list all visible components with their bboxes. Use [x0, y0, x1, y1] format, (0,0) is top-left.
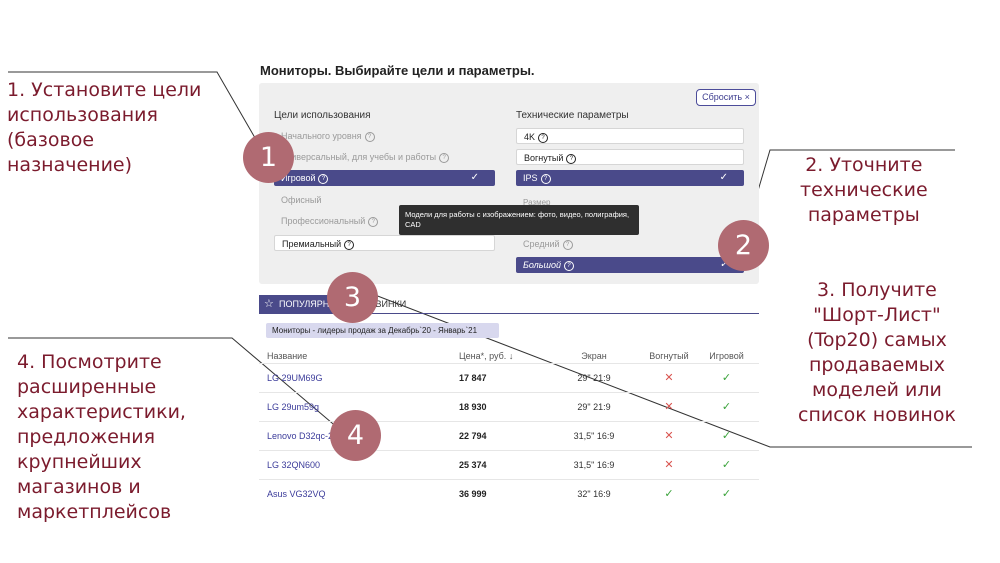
screen-value: 29" 21:9 — [577, 402, 611, 412]
help-icon: ? — [318, 173, 329, 184]
gaming-value: ✓ — [721, 488, 732, 500]
callout-shortlist: 3. Получите "Шорт-Лист" (Top20) самых пр… — [798, 279, 956, 426]
goal-option-gaming[interactable]: Игровой? ✓ — [274, 170, 495, 186]
col-price-header[interactable]: Цена*, руб. ↓ — [459, 351, 513, 361]
period-chip: Мониторы - лидеры продаж за Декабрь`20 -… — [266, 323, 499, 338]
sort-arrow-icon: ↓ — [508, 351, 514, 361]
goal-label: Начального уровня — [281, 131, 362, 141]
model-link[interactable]: Lenovo D32qc-20 — [267, 422, 338, 451]
screen-value: 31,5" 16:9 — [573, 431, 615, 441]
goal-option-entry[interactable]: Начального уровня? — [274, 128, 495, 144]
col-gaming-header: Игровой — [709, 351, 744, 361]
price-value: 36 999 — [459, 489, 487, 499]
help-icon: ? — [566, 153, 577, 164]
goal-label: Премиальный — [282, 239, 342, 249]
goal-label: Универсальный, для учебы и работы — [281, 152, 437, 162]
model-link[interactable]: LG 29UM69G — [267, 364, 323, 393]
table-row: LG 32QN600 25 374 31,5" 16:9 ✕ ✓ — [259, 450, 759, 480]
help-icon: ? — [368, 216, 379, 227]
tech-label: IPS — [523, 173, 538, 183]
col-price-label: Цена*, руб. — [459, 351, 507, 361]
tech-option-medium[interactable]: Средний? — [516, 236, 744, 252]
table-row: LG 29UM69G 17 847 29" 21:9 ✕ ✓ — [259, 363, 759, 393]
price-value: 18 930 — [459, 402, 487, 412]
help-icon: ? — [364, 131, 375, 142]
help-icon: ? — [344, 239, 355, 250]
col-name-header: Название — [267, 351, 308, 361]
help-icon: ? — [439, 152, 450, 163]
table-row: Asus VG32VQ 36 999 32" 16:9 ✓ ✓ — [259, 479, 759, 509]
callout-refine-params: 2. Уточните технические параметры — [800, 154, 928, 226]
goal-label: Профессиональный — [281, 216, 366, 226]
step-badge-4: 4 — [330, 410, 381, 461]
step-badge-1: 1 — [243, 132, 294, 183]
curved-value: ✕ — [664, 401, 674, 413]
tech-option-ips[interactable]: IPS? ✓ — [516, 170, 744, 186]
table-row: LG 29um59g 18 930 29" 21:9 ✕ ✓ — [259, 392, 759, 422]
tech-label: Средний — [523, 239, 560, 249]
tech-label: Вогнутый — [524, 153, 564, 163]
model-link[interactable]: Asus VG32VQ — [267, 480, 326, 509]
step-badge-3: 3 — [327, 272, 378, 323]
curved-value: ✓ — [664, 488, 674, 500]
star-icon: ☆ — [264, 298, 274, 310]
model-link[interactable]: LG 29um59g — [267, 393, 319, 422]
price-value: 17 847 — [459, 373, 487, 383]
tech-header: Технические параметры — [516, 110, 629, 121]
curved-value: ✕ — [664, 430, 674, 442]
callout-specs: 4. Посмотрите расширенные характеристики… — [17, 351, 186, 523]
curved-value: ✕ — [664, 459, 674, 471]
goal-label: Офисный — [281, 195, 322, 205]
gaming-value: ✓ — [721, 459, 732, 471]
check-icon: ✓ — [470, 172, 479, 183]
screen-value: 32" 16:9 — [577, 489, 611, 499]
reset-button[interactable]: Сбросить × — [696, 89, 756, 106]
screen-value: 29" 21:9 — [577, 373, 611, 383]
curved-value: ✕ — [664, 372, 674, 384]
tooltip-professional: Модели для работы с изображением: фото, … — [399, 205, 639, 235]
gaming-value: ✓ — [721, 372, 732, 384]
price-value: 25 374 — [459, 460, 487, 470]
help-icon: ? — [563, 260, 574, 271]
model-link[interactable]: LG 32QN600 — [267, 451, 320, 480]
col-screen-header: Экран — [581, 351, 607, 361]
col-curved-header: Вогнутый — [649, 351, 689, 361]
tech-label: Большой — [523, 260, 561, 270]
step-badge-2: 2 — [718, 220, 769, 271]
goals-header: Цели использования — [274, 110, 371, 121]
tech-option-large[interactable]: Большой? ✓ — [516, 257, 744, 273]
tech-label: 4K — [524, 132, 536, 142]
goal-option-universal[interactable]: Универсальный, для учебы и работы? — [274, 149, 495, 165]
help-icon: ? — [540, 173, 551, 184]
check-icon: ✓ — [719, 172, 728, 183]
gaming-value: ✓ — [721, 401, 732, 413]
help-icon: ? — [562, 239, 573, 250]
screen-value: 31,5" 16:9 — [573, 460, 615, 470]
page-title: Мониторы. Выбирайте цели и параметры. — [260, 63, 535, 78]
tech-option-4k[interactable]: 4K? — [516, 128, 744, 144]
help-icon: ? — [538, 132, 549, 143]
callout-set-goals: 1. Установите цели использования (базово… — [7, 79, 202, 176]
gaming-value: ✓ — [721, 430, 732, 442]
goal-option-premium[interactable]: Премиальный? — [274, 235, 495, 251]
price-value: 22 794 — [459, 431, 487, 441]
tech-option-curved[interactable]: Вогнутый? — [516, 149, 744, 165]
